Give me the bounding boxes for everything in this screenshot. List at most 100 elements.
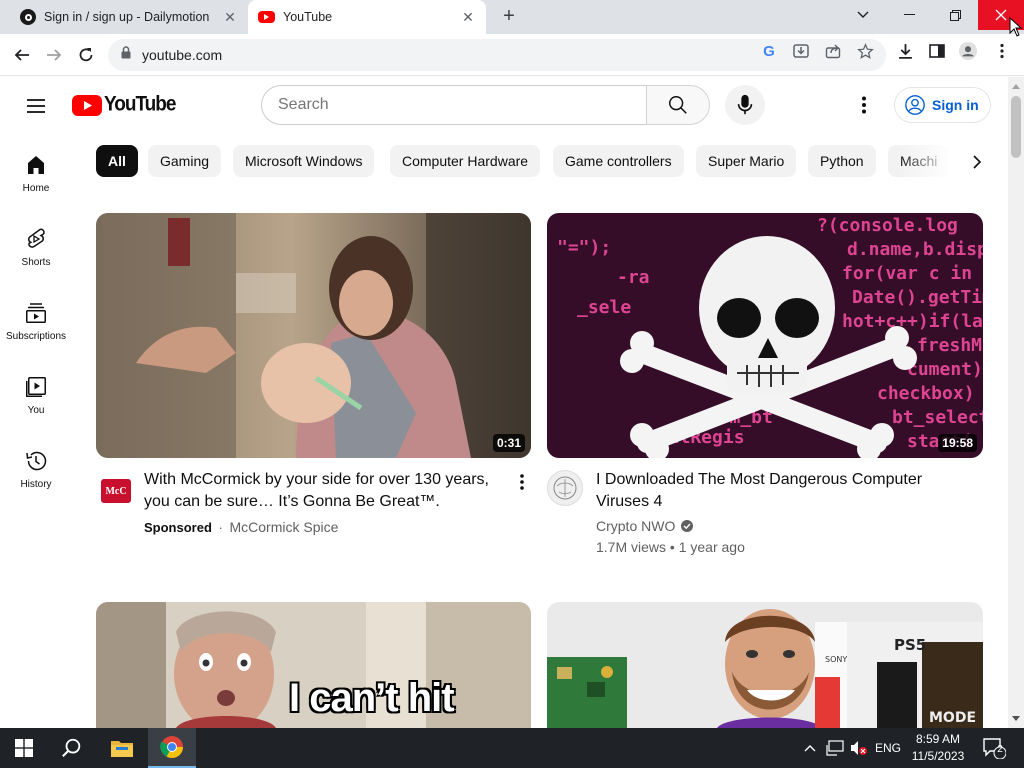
new-tab-button[interactable]: + (498, 6, 520, 28)
scroll-up-arrow-icon[interactable] (1008, 79, 1024, 95)
tab-search-chevron-icon[interactable] (840, 0, 886, 30)
file-explorer-button[interactable] (98, 728, 146, 768)
chips-next-chevron-icon[interactable] (964, 149, 990, 175)
youtube-header: YouTube Search Sign in (0, 77, 1008, 133)
mccormick-logo-icon: McC (101, 479, 131, 503)
logo-text: YouTube (104, 92, 176, 116)
sidebar-item-label: Subscriptions (5, 331, 67, 342)
sidebar-item-label: History (20, 479, 52, 490)
voice-search-button[interactable] (725, 85, 765, 125)
sidebar-item-shorts[interactable]: Shorts (0, 207, 72, 281)
browser-toolbar: youtube.com G (0, 34, 1024, 76)
search-button[interactable] (646, 85, 710, 125)
start-button[interactable] (0, 728, 48, 768)
show-hidden-icons-chevron-icon[interactable] (800, 728, 820, 768)
url-text: youtube.com (142, 47, 223, 63)
channel-name[interactable]: Crypto NWO (596, 518, 675, 534)
google-icon[interactable]: G (760, 42, 778, 60)
taskbar-search-button[interactable] (48, 728, 96, 768)
reload-button[interactable] (74, 43, 98, 67)
bookmark-star-icon[interactable] (856, 42, 874, 60)
chip-microsoft-windows[interactable]: Microsoft Windows (233, 145, 375, 177)
volume-muted-icon[interactable] (848, 728, 870, 768)
network-icon[interactable] (824, 728, 846, 768)
search-placeholder: Search (278, 96, 329, 113)
chrome-taskbar-button[interactable] (148, 728, 196, 768)
title-line: With McCormick by your side for over 130… (144, 471, 489, 488)
guide-menu-icon[interactable] (24, 94, 48, 118)
chip-game-controllers[interactable]: Game controllers (553, 145, 684, 177)
chip-gaming[interactable]: Gaming (148, 145, 222, 177)
tab-close-icon[interactable]: ✕ (458, 9, 478, 26)
dailymotion-favicon-icon (20, 9, 36, 25)
chip-all[interactable]: All (96, 145, 138, 177)
microphone-icon (737, 94, 753, 115)
share-icon[interactable] (824, 42, 842, 60)
notification-count: 2 (997, 744, 1003, 755)
page-scrollbar[interactable] (1008, 77, 1024, 728)
scroll-down-arrow-icon[interactable] (1008, 710, 1024, 726)
action-center-button[interactable]: 2 (976, 728, 1012, 768)
lock-icon[interactable] (121, 46, 131, 64)
search-icon (669, 96, 687, 114)
forward-button[interactable] (42, 43, 66, 67)
folder-icon (111, 741, 133, 757)
video-thumbnail-virus[interactable]: ?(console.log d.name,b.display for(var c… (547, 213, 983, 458)
thumbnail-image: ?(console.log d.name,b.display for(var c… (547, 213, 983, 458)
channel-row: Crypto NWO (596, 518, 694, 534)
chip-computer-hardware[interactable]: Computer Hardware (390, 145, 541, 177)
downloads-icon[interactable] (896, 42, 914, 60)
back-button[interactable] (10, 43, 34, 67)
video-stats: 1.7M views • 1 year ago (596, 539, 745, 555)
video-duration: 19:58 (938, 434, 977, 452)
tab-youtube[interactable]: YouTube ✕ (248, 0, 486, 34)
youtube-logo[interactable]: YouTube (72, 92, 176, 116)
video-thumbnail-ps5[interactable]: SONY PS5 MODE (547, 602, 983, 728)
minimize-button[interactable] (886, 0, 932, 30)
taskbar-clock[interactable]: 8:59 AM 11/5/2023 (905, 731, 971, 765)
account-icon (905, 95, 925, 115)
language-indicator[interactable]: ENG (872, 728, 904, 768)
sign-in-button[interactable]: Sign in (894, 87, 991, 123)
search-icon (62, 738, 81, 757)
video-thumbnail-cant-hit[interactable]: I can’t hit (96, 602, 531, 728)
tab-title: Sign in / sign up - Dailymotion (44, 10, 210, 24)
tab-close-icon[interactable]: ✕ (220, 9, 240, 26)
video-menu-icon[interactable] (512, 472, 532, 492)
settings-more-icon[interactable] (852, 93, 876, 117)
thumbnail-image: SONY PS5 MODE (547, 602, 983, 728)
mouse-cursor-icon (1009, 17, 1023, 37)
profile-avatar-icon[interactable] (959, 42, 977, 60)
ps5-text: PS5 (894, 636, 926, 654)
windows-taskbar: ENG 8:59 AM 11/5/2023 2 (0, 728, 1024, 768)
thumbnail-image (96, 213, 531, 458)
channel-avatar-crypto-nwo[interactable] (547, 470, 583, 506)
title-line: I Downloaded The Most Dangerous Computer (596, 471, 923, 488)
tab-dailymotion[interactable]: Sign in / sign up - Dailymotion ✕ (8, 0, 248, 34)
scrollbar-thumb[interactable] (1011, 96, 1021, 158)
sidebar-item-subscriptions[interactable]: Subscriptions (0, 281, 72, 355)
video-title[interactable]: With McCormick by your side for over 130… (144, 469, 499, 513)
chip-fade (900, 143, 1006, 179)
side-panel-icon[interactable] (928, 42, 946, 60)
channel-name[interactable]: McCormick Spice (230, 519, 339, 535)
maximize-button[interactable] (932, 0, 978, 30)
chrome-menu-icon[interactable] (993, 42, 1011, 60)
sidebar-item-you[interactable]: You (0, 355, 72, 429)
browser-tab-strip: Sign in / sign up - Dailymotion ✕ YouTub… (0, 0, 1024, 34)
chip-python[interactable]: Python (808, 145, 876, 177)
channel-avatar-mccormick[interactable]: McC (100, 475, 132, 507)
title-line: Viruses 4 (596, 493, 663, 510)
windows-logo-icon (15, 739, 33, 757)
install-app-icon[interactable] (792, 42, 810, 60)
home-icon (28, 156, 44, 174)
sidebar-item-history[interactable]: History (0, 429, 72, 503)
video-title[interactable]: I Downloaded The Most Dangerous Computer… (596, 469, 956, 513)
subscriptions-icon (26, 303, 46, 323)
clock-date: 11/5/2023 (911, 749, 965, 763)
sidebar-item-home[interactable]: Home (0, 133, 72, 207)
search-input[interactable]: Search (261, 85, 647, 125)
video-duration: 0:31 (492, 434, 525, 452)
video-thumbnail-mccormick[interactable]: 0:31 (96, 213, 531, 458)
chip-super-mario[interactable]: Super Mario (696, 145, 797, 177)
